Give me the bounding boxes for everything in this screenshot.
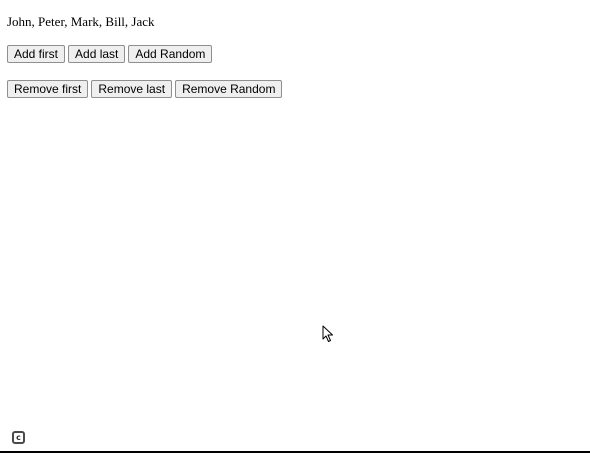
- remove-first-button[interactable]: Remove first: [7, 80, 89, 98]
- remove-last-button[interactable]: Remove last: [91, 80, 173, 98]
- add-buttons-row: Add first Add last Add Random: [7, 45, 213, 63]
- names-list-text: John, Peter, Mark, Bill, Jack: [7, 14, 155, 29]
- remove-random-button[interactable]: Remove Random: [175, 80, 283, 98]
- remove-buttons-row: Remove first Remove last Remove Random: [7, 80, 283, 98]
- add-first-button[interactable]: Add first: [7, 45, 66, 63]
- bottom-divider: [0, 451, 590, 453]
- mouse-pointer-icon: [322, 325, 333, 342]
- recorder-logo-icon: c: [12, 431, 25, 444]
- add-random-button[interactable]: Add Random: [128, 45, 213, 63]
- add-last-button[interactable]: Add last: [68, 45, 126, 63]
